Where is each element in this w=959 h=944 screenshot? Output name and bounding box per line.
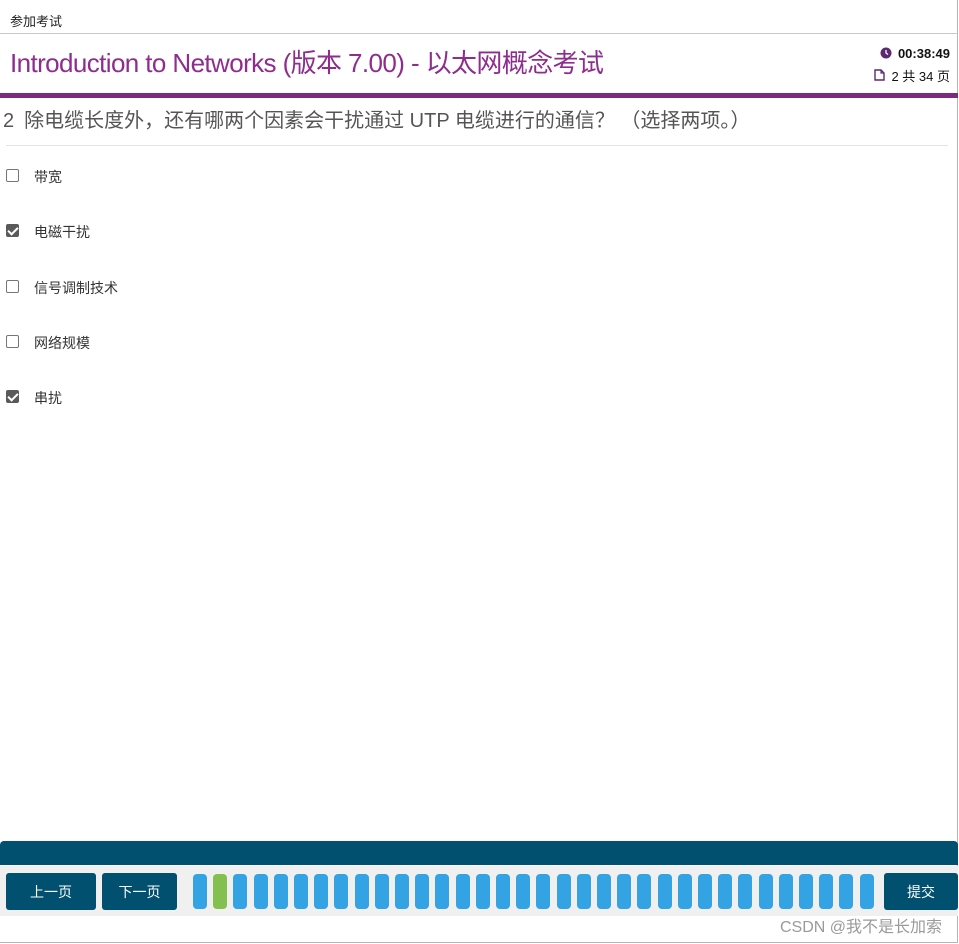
page-indicator-5[interactable] [273,874,288,909]
page-indicator-15[interactable] [475,874,490,909]
option-label[interactable]: 串扰 [34,388,62,408]
option-item[interactable]: 串扰 [6,388,62,408]
page-indicator-21[interactable] [597,874,611,909]
option-item[interactable]: 网络规模 [6,333,90,353]
page-indicator-24[interactable] [657,874,672,909]
page-indicator-22[interactable] [617,874,632,909]
option-checkbox[interactable] [6,389,19,403]
page-indicator-9[interactable] [354,874,369,909]
page-indicator-4[interactable] [253,874,268,909]
option-checkbox[interactable] [6,168,19,182]
option-checkbox[interactable] [6,279,19,293]
option-checkbox[interactable] [6,334,19,348]
page-indicator-25[interactable] [677,874,692,909]
watermark: CSDN @我不是长加索 [779,919,942,936]
option-label[interactable]: 电磁干扰 [34,222,90,242]
exam-title-name: 以太网概念考试 [425,48,604,78]
page-indicator-29[interactable] [758,874,773,909]
page-indicator-31[interactable] [799,874,813,909]
page-indicator-23[interactable] [637,874,652,909]
timer-value: 00:38:49 [897,45,950,61]
navigation-bar: 上一页 下一页 提交 [0,866,958,916]
exam-window: 参加考试 Introduction to Networks (版本 7.00) … [0,0,958,943]
page-indicator-20[interactable] [576,874,591,909]
option-item[interactable]: 电磁干扰 [6,222,90,242]
page-icon [874,69,886,81]
page-indicator-12[interactable] [415,874,430,909]
page-indicator-2[interactable] [213,874,228,909]
question-text: 2 除电缆长度外，还有哪两个因素会干扰通过 UTP 电缆进行的通信？ （选择两项。… [3,104,750,133]
page-indicator-13[interactable] [435,874,450,909]
footer-bar [0,841,958,865]
page-indicator-27[interactable] [718,874,733,909]
option-label[interactable]: 带宽 [34,167,62,187]
exam-status: 00:38:49 2 共 34 页 [830,44,950,84]
page-indicator-6[interactable] [294,874,308,909]
page-indicator-1[interactable] [193,874,207,909]
page-indicator-34[interactable] [859,874,874,909]
page-indicator-17[interactable] [516,874,531,909]
submit-button[interactable]: 提交 [884,873,958,910]
page-indicator-19[interactable] [556,874,571,909]
page-indicator-7[interactable] [314,874,329,909]
option-item[interactable]: 信号调制技术 [6,278,118,298]
exam-title: Introduction to Networks (版本 7.00) - 以太网… [10,43,604,80]
page-indicator-10[interactable] [374,874,389,909]
option-checkbox[interactable] [6,223,19,237]
page-indicator-26[interactable] [698,874,712,909]
option-label[interactable]: 信号调制技术 [34,278,118,298]
page-indicator-33[interactable] [839,874,854,909]
header-accent-bar [0,93,958,98]
page-indicator-32[interactable] [819,874,834,909]
page-indicator-18[interactable] [536,874,551,909]
option-label[interactable]: 网络规模 [34,333,90,353]
page-indicator-14[interactable] [455,874,470,909]
page-indicator-30[interactable] [778,874,793,909]
page-indicator-3[interactable] [233,874,248,909]
page-indicator-28[interactable] [738,874,753,909]
exam-header: Introduction to Networks (版本 7.00) - 以太网… [0,34,958,93]
page-indicator-11[interactable] [395,874,409,909]
previous-page-button[interactable]: 上一页 [6,873,96,910]
option-item[interactable]: 带宽 [6,167,62,187]
top-bar: 参加考试 [0,0,958,34]
question-divider [6,145,948,146]
clock-icon [880,47,892,59]
page-label: 参加考试 [10,15,63,30]
question-body: 除电缆长度外，还有哪两个因素会干扰通过 UTP 电缆进行的通信？ （选择两项。） [24,110,751,132]
page-info: 2 共 34 页 [891,68,950,84]
page-indicator-16[interactable] [496,874,510,909]
next-page-button[interactable]: 下一页 [102,873,177,910]
exam-title-course: Introduction to Networks (版本 7.00) - [10,48,426,78]
page-indicator-8[interactable] [334,874,349,909]
question-number: 2 [3,110,15,132]
